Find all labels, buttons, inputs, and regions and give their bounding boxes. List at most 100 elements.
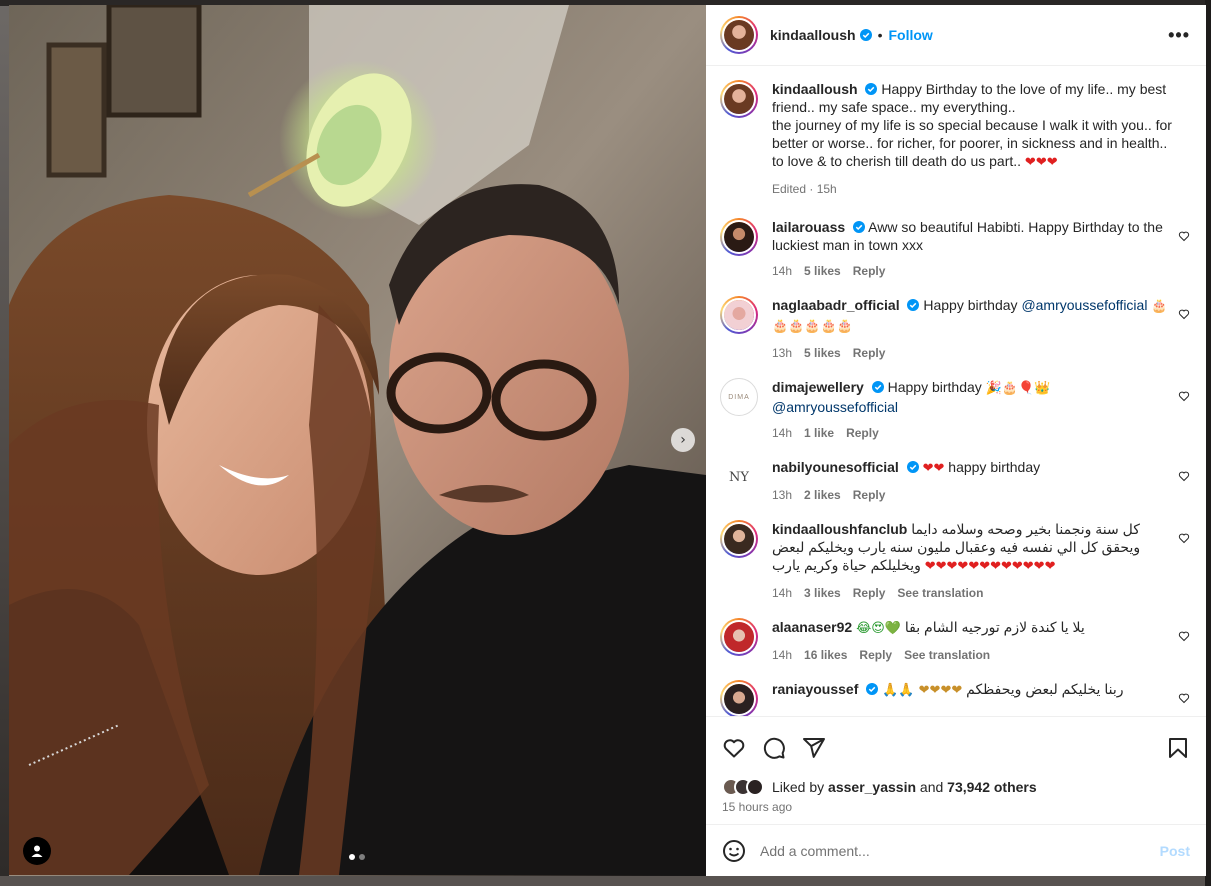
bookmark-icon (1169, 737, 1187, 758)
follow-button[interactable]: Follow (888, 27, 932, 43)
comment-time: 14h (772, 426, 793, 440)
comment-emoji: 🎉🎂🎈👑 (985, 381, 1051, 396)
comment-text: يلا يا كندة لازم تورجيه الشام بقا (904, 619, 1085, 635)
comment-time: 14h (772, 586, 793, 600)
comment-emoji: ❤❤❤❤❤❤❤❤❤❤❤❤ (924, 559, 1056, 574)
caption-avatar[interactable] (720, 80, 758, 118)
comment-item: naglaabadr_official Happy birthday @amry… (720, 296, 1190, 362)
comment-username[interactable]: lailarouass (772, 219, 845, 235)
verified-badge-icon (907, 299, 920, 311)
comment-like-heart-icon[interactable] (1178, 692, 1190, 704)
see-translation-link[interactable]: See translation (897, 584, 983, 602)
comment-text: ربنا يخليكم لبعض ويحفظكم (966, 681, 1124, 697)
comment-like-heart-icon[interactable] (1178, 390, 1190, 402)
caption-username[interactable]: kindaalloush (772, 81, 858, 97)
comment-reply-button[interactable]: Reply (846, 424, 879, 442)
comment-item: lailarouass Aww so beautiful Habibti. Ha… (720, 218, 1190, 280)
carousel-dot (359, 854, 365, 860)
comment-like-heart-icon[interactable] (1178, 532, 1190, 544)
comment-username[interactable]: kindaalloushfanclub (772, 521, 907, 537)
comment-avatar[interactable] (720, 296, 758, 334)
comment-likes[interactable]: 16 likes (804, 646, 847, 664)
comment-avatar[interactable] (720, 520, 758, 558)
heart-icon (723, 738, 745, 757)
see-translation-link[interactable]: See translation (904, 646, 990, 664)
liked-by-prefix: Liked by (772, 779, 825, 795)
comment-reply-button[interactable]: Reply (853, 344, 886, 362)
comment-time: 13h (772, 346, 793, 360)
author-username[interactable]: kindaalloush (770, 27, 856, 43)
comment-avatar[interactable] (720, 218, 758, 256)
comment-time: 14h (772, 264, 793, 278)
user-tags-button[interactable] (23, 837, 51, 865)
backdrop-bottom (0, 876, 1211, 886)
comment-button[interactable] (762, 736, 786, 760)
comment-like-heart-icon[interactable] (1178, 470, 1190, 482)
next-slide-button[interactable]: › (671, 428, 695, 452)
verified-badge-icon (866, 683, 879, 695)
post-comment-button[interactable]: Post (1160, 843, 1190, 859)
comment-reply-button[interactable]: Reply (859, 646, 892, 664)
comment-likes[interactable]: 5 likes (804, 262, 841, 280)
likes-count[interactable]: 73,942 others (947, 779, 1037, 795)
verified-badge-icon (906, 461, 919, 473)
comment-mention[interactable]: @amryoussefofficial (1021, 297, 1147, 313)
comment-avatar[interactable]: DIMA (720, 378, 758, 416)
comments-list[interactable]: kindaalloush Happy Birthday to the love … (706, 66, 1206, 716)
header-separator: • (877, 27, 883, 43)
caption-text-line2: the journey of my life is so special bec… (772, 117, 1172, 169)
carousel-dot-active (349, 854, 355, 860)
comment-avatar[interactable]: NY (720, 458, 758, 496)
likes-section: Liked by asser_yassin and 73,942 others … (706, 778, 1206, 824)
comment-emoji: 😂😍💚 (856, 621, 902, 636)
comment-username[interactable]: raniayoussef (772, 681, 858, 697)
chevron-right-icon: › (680, 432, 686, 448)
comment-avatar[interactable] (720, 680, 758, 716)
comment-icon (763, 737, 785, 759)
comment-like-heart-icon[interactable] (1178, 308, 1190, 320)
comment-text: Happy birthday (923, 297, 1018, 313)
comment-emoji: 🙏🙏 ❤❤❤❤ (882, 683, 963, 698)
post-actions-bar (706, 716, 1206, 778)
verified-badge-icon (853, 221, 866, 233)
comment-reply-button[interactable]: Reply (853, 486, 886, 504)
comment-mention[interactable]: @amryoussefofficial (772, 399, 898, 415)
comment-text: Happy birthday (887, 379, 982, 395)
comment-reply-button[interactable]: Reply (853, 584, 886, 602)
comment-item: DIMA dimajewellery Happy birthday 🎉🎂🎈👑 @… (720, 378, 1190, 442)
comment-like-heart-icon[interactable] (1178, 230, 1190, 242)
liker-avatars[interactable] (722, 778, 764, 796)
comment-like-heart-icon[interactable] (1178, 630, 1190, 642)
comment-reply-button[interactable]: Reply (853, 262, 886, 280)
liked-by-user[interactable]: asser_yassin (828, 779, 916, 795)
comment-username[interactable]: nabilyounesofficial (772, 459, 899, 475)
comment-likes[interactable]: 1 like (804, 424, 834, 442)
comment-avatar[interactable] (720, 618, 758, 656)
comment-likes[interactable]: 3 likes (804, 584, 841, 602)
comment-text: happy birthday (948, 459, 1041, 475)
comment-username[interactable]: alaanaser92 (772, 619, 852, 635)
emoji-icon[interactable] (722, 839, 746, 863)
comment-time: 13h (772, 488, 793, 502)
ny-logo-icon: NY (729, 469, 749, 485)
comment-username[interactable]: naglaabadr_official (772, 297, 900, 313)
author-avatar[interactable] (720, 16, 758, 54)
post-timestamp[interactable]: 15 hours ago (722, 800, 1190, 814)
carousel-indicator (349, 854, 365, 860)
comment-item: raniayoussef 🙏🙏 ❤❤❤❤ ربنا يخليكم لبعض وي… (720, 680, 1190, 716)
comment-likes[interactable]: 2 likes (804, 486, 841, 504)
comment-username[interactable]: dimajewellery (772, 379, 864, 395)
more-options-icon[interactable]: ••• (1168, 25, 1190, 46)
comment-input[interactable]: Add a comment... (760, 843, 870, 859)
comment-item: alaanaser92 😂😍💚 يلا يا كندة لازم تورجيه … (720, 618, 1190, 664)
verified-badge-icon (871, 381, 884, 393)
share-button[interactable] (802, 736, 826, 760)
verified-badge-icon (859, 29, 872, 41)
post-modal: › kindaalloush • Follow ••• kindaalloush… (9, 5, 1206, 876)
caption: kindaalloush Happy Birthday to the love … (720, 80, 1190, 198)
post-header: kindaalloush • Follow ••• (706, 5, 1206, 66)
comment-likes[interactable]: 5 likes (804, 344, 841, 362)
post-photo[interactable]: › (9, 5, 706, 876)
save-button[interactable] (1166, 736, 1190, 760)
like-button[interactable] (722, 736, 746, 760)
